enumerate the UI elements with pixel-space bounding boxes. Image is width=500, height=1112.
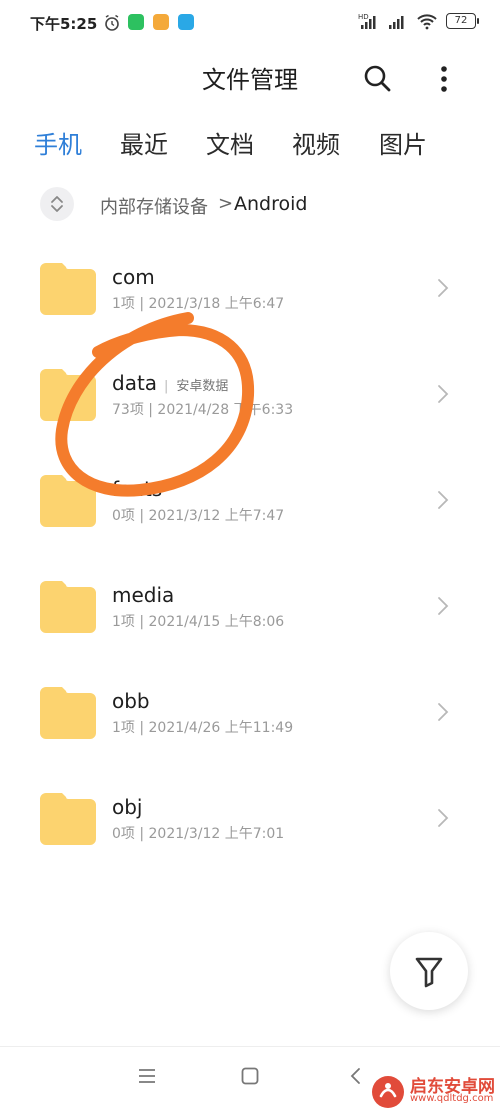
- wechat-icon: [128, 14, 144, 30]
- category-tabs: 手机 最近 文档 视频 图片: [34, 125, 484, 165]
- folder-meta: 73项 | 2021/4/28 下午6:33: [112, 402, 294, 418]
- filter-icon: [415, 957, 443, 988]
- more-options-icon[interactable]: [432, 63, 456, 95]
- folder-row[interactable]: obj 0项 | 2021/3/12 上午7:01: [0, 766, 500, 872]
- home-icon[interactable]: [241, 1067, 259, 1085]
- folder-meta: 1项 | 2021/4/26 上午11:49: [112, 720, 294, 736]
- folder-name: com: [112, 265, 155, 289]
- search-icon[interactable]: [362, 63, 392, 93]
- breadcrumb-current: Android: [234, 193, 308, 215]
- folder-row[interactable]: fonts 0项 | 2021/3/12 上午7:47: [0, 448, 500, 554]
- folder-meta: 0项 | 2021/3/12 上午7:47: [112, 508, 285, 524]
- folder-row[interactable]: obb 1项 | 2021/4/26 上午11:49: [0, 660, 500, 766]
- back-icon[interactable]: [348, 1067, 362, 1085]
- tab-videos[interactable]: 视频: [292, 125, 340, 160]
- status-bar: 下午5:25 HD 72: [0, 0, 500, 46]
- watermark-url: www.qdltdg.com: [410, 1093, 494, 1104]
- breadcrumb-parent[interactable]: 内部存储设备: [100, 193, 208, 219]
- folder-icon: [40, 263, 96, 315]
- folder-meta: 1项 | 2021/4/15 上午8:06: [112, 614, 285, 630]
- folder-row[interactable]: media 1项 | 2021/4/15 上午8:06: [0, 554, 500, 660]
- breadcrumb-separator: >: [218, 193, 234, 214]
- folder-name: data: [112, 371, 158, 395]
- wifi-icon: [417, 14, 437, 30]
- svg-text:HD: HD: [358, 13, 369, 21]
- battery-indicator: 72: [446, 13, 479, 29]
- tab-phone[interactable]: 手机: [34, 125, 82, 160]
- folder-icon: [40, 581, 96, 633]
- chevron-right-icon: [438, 491, 449, 509]
- folder-name: fonts: [112, 477, 163, 501]
- folder-meta: 1项 | 2021/3/18 上午6:47: [112, 296, 285, 312]
- folder-icon: [40, 475, 96, 527]
- folder-icon: [40, 369, 96, 421]
- notes-app-icon: [153, 14, 169, 30]
- chevron-right-icon: [438, 703, 449, 721]
- folder-row[interactable]: com 1项 | 2021/3/18 上午6:47: [0, 236, 500, 342]
- unfold-icon: [51, 196, 63, 212]
- filter-button[interactable]: [390, 932, 468, 1010]
- folder-name: obb: [112, 689, 150, 713]
- alarm-icon: [105, 14, 119, 31]
- folder-name: obj: [112, 795, 143, 819]
- page-title: 文件管理: [202, 66, 298, 94]
- hd-signal-icon: HD: [358, 13, 376, 29]
- folder-icon: [40, 687, 96, 739]
- tab-documents[interactable]: 文档: [206, 125, 254, 160]
- folder-name: media: [112, 583, 175, 607]
- app-icon: [178, 14, 194, 30]
- folder-meta: 0项 | 2021/3/12 上午7:01: [112, 826, 285, 842]
- folder-icon: [40, 793, 96, 845]
- tab-recent[interactable]: 最近: [120, 125, 168, 160]
- chevron-right-icon: [438, 279, 449, 297]
- signal-icon: [389, 16, 404, 29]
- status-time: 下午5:25: [30, 15, 98, 33]
- menu-icon[interactable]: [138, 1067, 156, 1085]
- tab-images[interactable]: 图片: [379, 125, 427, 160]
- folder-tag: 安卓数据: [164, 375, 228, 394]
- chevron-right-icon: [438, 597, 449, 615]
- chevron-right-icon: [438, 385, 449, 403]
- expand-path-button[interactable]: [40, 187, 74, 221]
- folder-row[interactable]: data 安卓数据 73项 | 2021/4/28 下午6:33: [0, 342, 500, 448]
- chevron-right-icon: [438, 809, 449, 827]
